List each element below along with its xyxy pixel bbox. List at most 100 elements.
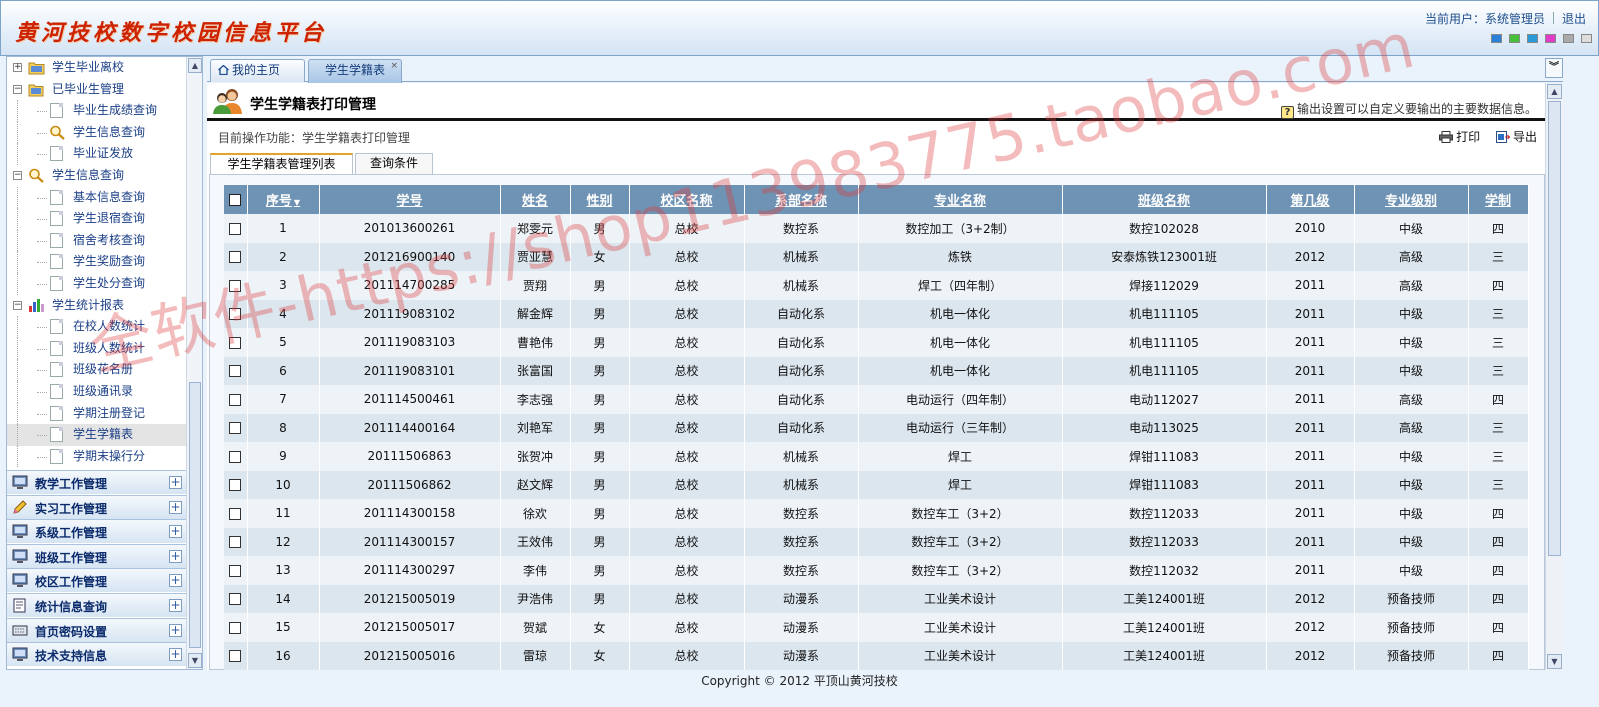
tree-item[interactable]: 班级人数统计 (7, 337, 186, 360)
expand-icon[interactable]: + (169, 549, 182, 563)
row-checkbox[interactable] (229, 365, 242, 378)
scroll-thumb[interactable] (1548, 101, 1561, 556)
print-button[interactable]: 打印 (1439, 130, 1484, 144)
table-row[interactable]: 8 201114400164 刘艳军男总校 自动化系 电动运行（三年制） 电动113025… (224, 413, 1529, 442)
collapse-icon[interactable]: − (13, 170, 22, 180)
row-checkbox[interactable] (229, 564, 242, 577)
skin-swatch[interactable] (1491, 34, 1502, 43)
tree-item[interactable]: 毕业证发放 (7, 143, 186, 165)
table-row[interactable]: 4 201119083102 解金辉男总校 自动化系 机电一体化 机电111105 2011… (224, 299, 1529, 328)
tab-student-register[interactable]: 学生学籍表 × (308, 59, 402, 83)
sidebar-section[interactable]: 校区工作管理 + (7, 568, 186, 593)
tree-item[interactable]: 学生信息查询 (7, 121, 186, 144)
column-header[interactable]: 班级名称 (1062, 185, 1267, 214)
skin-swatch[interactable] (1563, 34, 1574, 43)
collapse-icon[interactable]: − (13, 300, 22, 310)
collapse-icon[interactable]: − (13, 84, 22, 94)
row-checkbox[interactable] (229, 422, 242, 435)
sidebar-section[interactable]: 技术支持信息 + (7, 642, 186, 667)
table-row[interactable]: 14 201215005019 尹浩伟男总校 动漫系 工业美术设计 工美124001班 20… (224, 584, 1529, 613)
subtab-query[interactable]: 查询条件 (355, 153, 433, 174)
table-row[interactable]: 10 20111506862 赵文辉男总校 机械系 焊工 焊钳111083 2011 中级三 (224, 470, 1529, 499)
tree-item[interactable]: 学生退宿查询 (7, 208, 186, 230)
tree-item[interactable]: − 学生信息查询 (7, 165, 186, 187)
expand-icon[interactable]: + (13, 63, 22, 72)
column-header[interactable]: 校区名称 (629, 185, 745, 214)
column-header[interactable]: 性别 (570, 185, 630, 214)
table-row[interactable]: 2 201216900140 贾亚慧女总校 机械系 炼铁 安泰炼铁123001班 2012 高… (224, 242, 1529, 271)
tree-item[interactable]: 在校人数统计 (7, 316, 186, 338)
tree-item[interactable]: 学生奖励查询 (7, 251, 186, 273)
table-row[interactable]: 16 201215005016 雷琼女总校 动漫系 工业美术设计 工美124001班 201… (224, 641, 1529, 670)
subtab-list[interactable]: 学生学籍表管理列表 (210, 153, 353, 175)
column-header[interactable]: 序号 ▼ (247, 185, 320, 214)
select-all-checkbox[interactable] (229, 193, 242, 206)
table-row[interactable]: 3 201114700285 贾翔男总校 机械系 焊工（四年制） 焊接112029 2011… (224, 271, 1529, 300)
sidebar-scrollbar[interactable]: ▲ ▼ (186, 57, 202, 669)
content-scrollbar[interactable]: ▲ ▼ (1545, 83, 1563, 670)
table-row[interactable]: 5 201119083103 曹艳伟男总校 自动化系 机电一体化 机电111105 2011… (224, 328, 1529, 357)
scroll-up-icon[interactable]: ▲ (1547, 84, 1562, 99)
table-row[interactable]: 7 201114500461 李志强男总校 自动化系 电动运行（四年制） 电动112027… (224, 385, 1529, 414)
table-row[interactable]: 12 201114300157 王效伟男总校 数控系 数控车工（3+2） 数控112033… (224, 527, 1529, 556)
table-row[interactable]: 13 201114300297 李伟男总校 数控系 数控车工（3+2） 数控112032 2… (224, 556, 1529, 585)
row-checkbox[interactable] (229, 536, 242, 549)
column-header[interactable]: 系部名称 (744, 185, 859, 214)
expand-icon[interactable]: + (169, 599, 182, 612)
column-header[interactable]: 学制 (1468, 185, 1529, 214)
row-checkbox[interactable] (229, 621, 242, 634)
row-checkbox[interactable] (229, 222, 242, 235)
row-checkbox[interactable] (229, 251, 242, 264)
scroll-up-icon[interactable]: ▲ (188, 58, 202, 73)
tree-item[interactable]: 毕业生成绩查询 (7, 100, 186, 122)
row-checkbox[interactable] (229, 450, 242, 463)
export-button[interactable]: 导出 (1495, 130, 1537, 144)
sidebar-section[interactable]: 统计信息查询 + (7, 593, 186, 617)
row-checkbox[interactable] (229, 479, 242, 492)
scroll-thumb[interactable] (189, 382, 201, 648)
column-header[interactable]: 专业名称 (858, 185, 1063, 214)
tree-item[interactable]: − 已毕业生管理 (7, 79, 186, 101)
skin-swatch[interactable] (1581, 34, 1592, 43)
tree-item[interactable]: − 学生统计报表 (7, 295, 186, 317)
row-checkbox[interactable] (229, 593, 242, 606)
skin-swatch[interactable] (1527, 34, 1538, 43)
column-header[interactable]: 第几级 (1266, 185, 1355, 214)
tree-item[interactable]: + 学生毕业离校 (7, 57, 186, 79)
column-header[interactable]: 学号 (319, 185, 501, 214)
expand-icon[interactable]: + (169, 525, 182, 539)
table-row[interactable]: 9 20111506863 张贺冲男总校 机械系 焊工 焊钳111083 2011 中级三 (224, 442, 1529, 471)
expand-icon[interactable]: + (169, 500, 182, 514)
column-header[interactable]: 专业级别 (1354, 185, 1469, 214)
table-row[interactable]: 1 201013600261 郑雯元男总校 数控系 数控加工（3+2制） 数控102028… (224, 214, 1529, 243)
tree-item[interactable]: 基本信息查询 (7, 186, 186, 209)
close-icon[interactable]: × (390, 60, 398, 72)
tree-item[interactable]: 学生学籍表 (7, 424, 186, 446)
table-row[interactable]: 15 201215005017 贺斌女总校 动漫系 工业美术设计 工美124001班 201… (224, 613, 1529, 642)
tree-item[interactable]: 学生处分查询 (7, 272, 186, 295)
table-row[interactable]: 11 201114300158 徐欢男总校 数控系 数控车工（3+2） 数控112033 2… (224, 499, 1529, 528)
sidebar-section[interactable]: 教学工作管理 + (7, 470, 186, 494)
tabs-menu-button[interactable]: ︾ (1545, 58, 1563, 78)
row-checkbox[interactable] (229, 279, 242, 292)
row-checkbox[interactable] (229, 336, 242, 349)
scroll-down-icon[interactable]: ▼ (188, 653, 202, 668)
sidebar-section[interactable]: 班级工作管理 + (7, 543, 186, 568)
row-checkbox[interactable] (229, 507, 242, 520)
sidebar-section[interactable]: 实习工作管理 + (7, 494, 186, 519)
expand-icon[interactable]: + (169, 623, 182, 637)
row-checkbox[interactable] (229, 650, 242, 663)
expand-icon[interactable]: + (169, 574, 182, 588)
tree-item[interactable]: 学期注册登记 (7, 402, 186, 425)
tab-home[interactable]: 我的主页 (210, 59, 305, 82)
sidebar-section[interactable]: 首页密码设置 + (7, 617, 186, 642)
tree-item[interactable]: 学期末操行分 (7, 445, 186, 467)
expand-icon[interactable]: + (169, 476, 182, 489)
logout-link[interactable]: 退出 (1562, 12, 1586, 26)
sidebar-section[interactable]: 系级工作管理 + (7, 519, 186, 544)
scroll-down-icon[interactable]: ▼ (1547, 654, 1562, 669)
row-checkbox[interactable] (229, 308, 242, 321)
row-checkbox[interactable] (229, 393, 242, 406)
tree-item[interactable]: 班级通讯录 (7, 380, 186, 403)
skin-swatch[interactable] (1509, 34, 1520, 43)
